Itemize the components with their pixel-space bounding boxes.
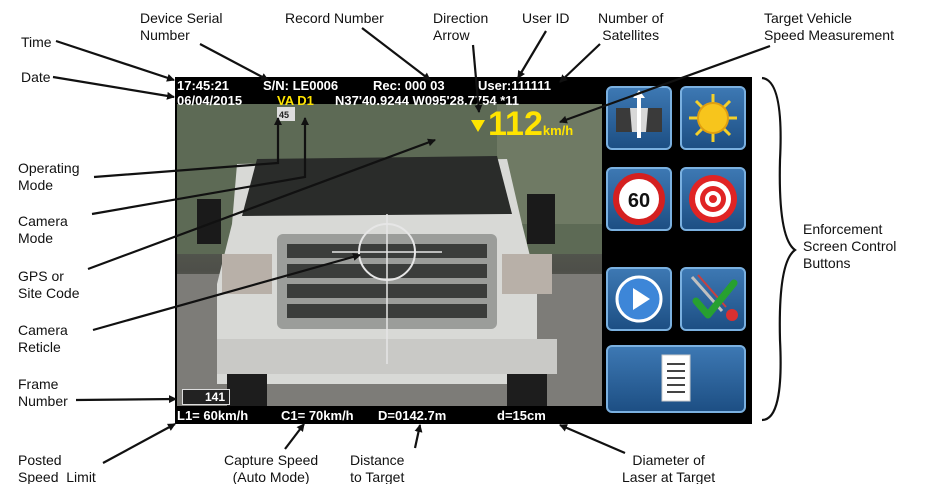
arrow-user [517, 30, 547, 79]
document-icon [661, 354, 691, 402]
road-view-button[interactable] [606, 86, 672, 150]
hud-distance: D=0142.7m [378, 408, 447, 423]
label-satellites: Number of Satellites [598, 10, 664, 43]
speed-unit: km/h [542, 123, 574, 138]
label-enforcement-buttons: Enforcement Screen Control Buttons [803, 221, 897, 271]
label-camera-mode: Camera Mode [18, 213, 68, 246]
speed-limit-button[interactable]: 60 [606, 167, 672, 231]
label-record-number: Record Number [285, 10, 384, 26]
arrow-date [52, 75, 175, 100]
target-icon [689, 175, 737, 223]
speed-limit-icon: 60 [613, 173, 665, 225]
direction-arrow-icon [471, 120, 485, 132]
sign-plate: 45 [279, 110, 289, 120]
hud-diameter: d=15cm [497, 408, 546, 423]
accept-button[interactable] [680, 267, 746, 331]
arrow-posted [102, 423, 176, 464]
arrow-serial [199, 43, 269, 81]
diagram: { "annotations": { "time": "Time", "date… [0, 0, 930, 484]
hud-capture-speed: C1= 70km/h [281, 408, 354, 423]
arrow-distance [413, 424, 423, 449]
arrow-time [55, 39, 175, 82]
label-date: Date [21, 69, 51, 85]
label-camera-reticle: Camera Reticle [18, 322, 68, 355]
arrow-diameter [559, 423, 626, 455]
enforcement-screen: 45 17:45:21 S/N: LE0006 Rec: 000 03 User… [175, 77, 752, 424]
label-operating-mode: Operating Mode [18, 160, 80, 193]
hud-posted-limit: L1= 60km/h [177, 408, 249, 423]
target-speed: 112km/h [488, 107, 573, 148]
road-icon [616, 90, 662, 138]
label-frame-number: Frame Number [18, 376, 68, 409]
label-time: Time [21, 34, 52, 50]
menu-button[interactable] [606, 345, 746, 413]
camera-view: 45 [177, 104, 602, 406]
speed-value: 112 [488, 105, 543, 143]
hud-time: 17:45:21 [177, 78, 230, 93]
label-diameter: Diameter of Laser at Target [622, 452, 716, 484]
play-icon [615, 275, 663, 323]
target-button[interactable] [680, 167, 746, 231]
checkmark-icon [690, 274, 738, 321]
sun-icon [689, 94, 737, 142]
speed-sign-value: 60 [628, 190, 650, 212]
arrow-capture [284, 423, 305, 450]
label-capture-speed: Capture Speed (Auto Mode) [224, 452, 319, 484]
buttons-bracket [761, 76, 797, 422]
arrow-record [361, 27, 431, 81]
label-target-speed: Target Vehicle Speed Measurement [764, 10, 894, 43]
label-device-serial: Device Serial Number [140, 10, 223, 43]
play-button[interactable] [606, 267, 672, 331]
arrow-frame [75, 395, 177, 404]
label-gps: GPS or Site Code [18, 268, 80, 301]
brightness-button[interactable] [680, 86, 746, 150]
hud-user: User:111111 [478, 78, 552, 93]
frame-number: 141 [182, 389, 230, 405]
label-direction-arrow: Direction Arrow [433, 10, 489, 43]
hud-record: Rec: 000 03 [373, 78, 445, 93]
label-user-id: User ID [522, 10, 570, 26]
truck-image: 45 [177, 104, 602, 406]
hud-mode: VA D1 [277, 93, 314, 108]
hud-serial: S/N: LE0006 [263, 78, 339, 93]
hud-date: 06/04/2015 [177, 93, 243, 108]
label-posted-speed: Posted Speed Limit [18, 452, 96, 484]
label-distance: Distance to Target [350, 452, 405, 484]
